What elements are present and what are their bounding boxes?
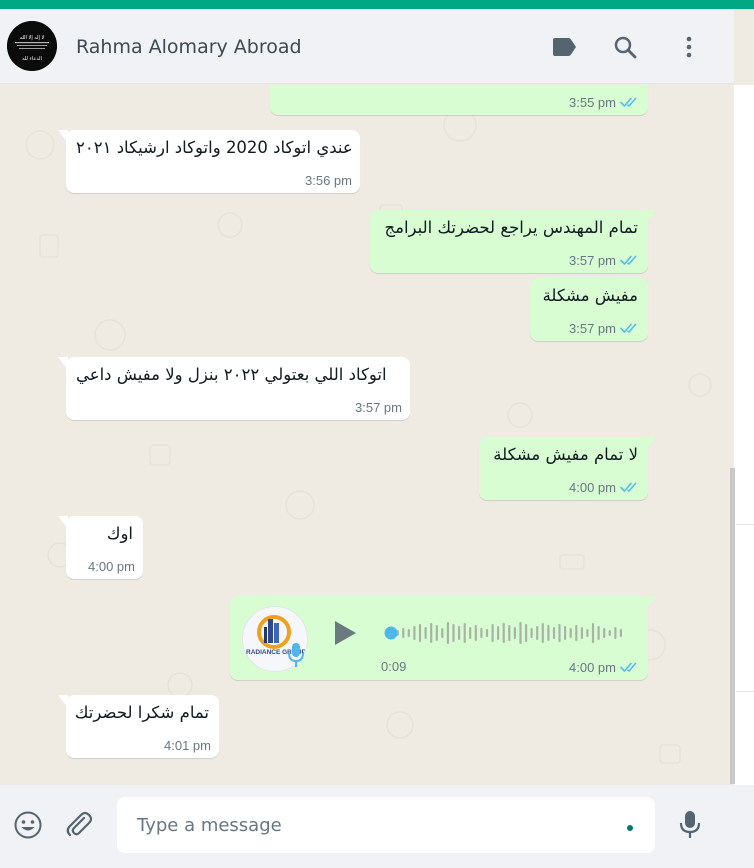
message-time: 4:00 pm <box>88 559 135 574</box>
message-text: تمام المهندس يراجع لحضرتك البرامج <box>384 218 638 237</box>
waveform-bar <box>558 624 561 642</box>
waveform-bar <box>480 628 483 638</box>
waveform-bar <box>519 622 522 644</box>
message-bubble-outgoing[interactable]: مفيش مشكلة 3:57 pm <box>530 278 648 341</box>
waveform-bar <box>402 628 405 638</box>
message-time: 4:01 pm <box>164 738 211 753</box>
waveform-bar <box>575 625 578 641</box>
emoji-icon[interactable] <box>12 809 44 841</box>
message-text: لا تمام مفيش مشكلة <box>493 445 638 464</box>
microphone-icon[interactable] <box>674 809 706 841</box>
waveform-bar <box>597 626 600 640</box>
waveform-bar <box>491 624 494 642</box>
label-icon[interactable] <box>550 33 578 61</box>
page-scrollbar-track[interactable] <box>734 85 754 785</box>
waveform-bar <box>536 626 539 640</box>
avatar-image: لا إله إلا الله الدعاء لله <box>7 21 57 71</box>
double-check-icon <box>620 323 637 333</box>
waveform-bar <box>603 628 606 638</box>
waveform-bar <box>580 627 583 639</box>
chat-scrollbar-thumb[interactable] <box>730 468 735 784</box>
message-bubble-outgoing[interactable]: لا تمام مفيش مشكلة 4:00 pm <box>479 437 656 500</box>
waveform-bar <box>446 622 449 644</box>
microphone-badge-icon <box>288 643 304 667</box>
waveform-bar <box>418 624 422 642</box>
double-check-icon <box>620 97 637 107</box>
message-time: 4:00 pm <box>569 480 616 495</box>
avatar-line-1: لا إله إلا الله <box>20 35 45 41</box>
message-bubble-incoming[interactable]: تمام شكرا لحضرتك 4:01 pm <box>58 695 219 758</box>
message-time: 4:00 pm <box>569 660 616 675</box>
voice-duration: 0:09 <box>381 659 407 674</box>
message-time: 3:55 pm <box>569 95 616 110</box>
waveform-bar <box>591 623 595 643</box>
waveform-bar <box>413 626 416 640</box>
waveform-bar <box>552 627 556 639</box>
contact-name[interactable]: Rahma Alomary Abroad <box>76 36 302 58</box>
play-icon[interactable] <box>331 618 359 648</box>
waveform-bar <box>547 625 550 641</box>
search-icon[interactable] <box>611 33 639 61</box>
double-check-icon <box>620 255 637 265</box>
waveform-bar <box>407 629 410 637</box>
message-text: اتوكاد اللي بعتولي ٢٠٢٢ بنزل ولا مفيش دا… <box>76 365 387 384</box>
waveform-bar <box>469 627 472 639</box>
waveform-bar <box>435 625 438 641</box>
message-bubble-incoming[interactable]: اوك 4:00 pm <box>58 516 143 579</box>
waveform-playhead[interactable] <box>384 626 398 640</box>
waveform-bar <box>458 626 461 640</box>
message-composer <box>0 785 754 868</box>
message-input[interactable] <box>117 797 655 853</box>
voice-waveform[interactable] <box>383 618 623 648</box>
waveform-bar <box>586 629 589 637</box>
input-status-dot <box>627 825 633 831</box>
voice-message-bubble[interactable]: RADIANCE GROUP 0:09 4:00 pm <box>230 596 656 680</box>
scrollbar-divider <box>736 691 754 692</box>
waveform-bar <box>614 627 617 639</box>
message-bubble-outgoing[interactable]: تمام المهندس يراجع لحضرتك البرامج 3:57 p… <box>370 210 656 273</box>
message-bubble-outgoing[interactable]: 3:55 pm <box>270 85 648 115</box>
waveform-bar <box>485 629 489 637</box>
message-bubble-incoming[interactable]: عندي اتوكاد 2020 واتوكاد ارشيكاد ٢٠٢١ 3:… <box>58 130 360 193</box>
message-time: 3:57 pm <box>355 400 402 415</box>
waveform-bar <box>619 629 622 637</box>
contact-avatar[interactable]: لا إله إلا الله الدعاء لله <box>7 21 57 71</box>
message-text: مفيش مشكلة <box>542 286 638 305</box>
waveform-bar <box>541 623 544 643</box>
waveform-bar <box>564 626 567 640</box>
waveform-bar <box>508 625 511 641</box>
scrollbar-divider <box>736 524 754 525</box>
waveform-bar <box>569 628 572 638</box>
waveform-bar <box>497 626 500 640</box>
double-check-icon <box>620 662 637 672</box>
avatar-line-2: الدعاء لله <box>22 56 42 62</box>
message-text: اوك <box>106 524 133 543</box>
message-text: عندي اتوكاد 2020 واتوكاد ارشيكاد ٢٠٢١ <box>76 138 353 157</box>
waveform-bar <box>463 623 466 643</box>
window-accent-bar <box>0 0 754 9</box>
chat-panel[interactable]: 3:55 pm عندي اتوكاد 2020 واتوكاد ارشيكاد… <box>0 85 734 785</box>
message-bubble-incoming[interactable]: اتوكاد اللي بعتولي ٢٠٢٢ بنزل ولا مفيش دا… <box>58 357 410 420</box>
waveform-bar <box>424 627 427 639</box>
message-time: 3:56 pm <box>305 173 352 188</box>
waveform-bar <box>525 624 528 642</box>
message-time: 3:57 pm <box>569 253 616 268</box>
waveform-bar <box>530 628 533 638</box>
waveform-bar <box>430 623 433 643</box>
waveform-bar <box>513 627 516 639</box>
waveform-bar <box>452 624 455 642</box>
waveform-bar <box>608 630 611 636</box>
menu-icon[interactable] <box>675 33 703 61</box>
waveform-bar <box>502 623 505 643</box>
waveform-bar <box>474 625 477 641</box>
attach-icon[interactable] <box>63 809 95 841</box>
chat-header: لا إله إلا الله الدعاء لله Rahma Alomary… <box>0 9 734 84</box>
waveform-bar <box>441 628 444 638</box>
message-text: تمام شكرا لحضرتك <box>74 703 209 722</box>
message-time: 3:57 pm <box>569 321 616 336</box>
double-check-icon <box>620 482 637 492</box>
